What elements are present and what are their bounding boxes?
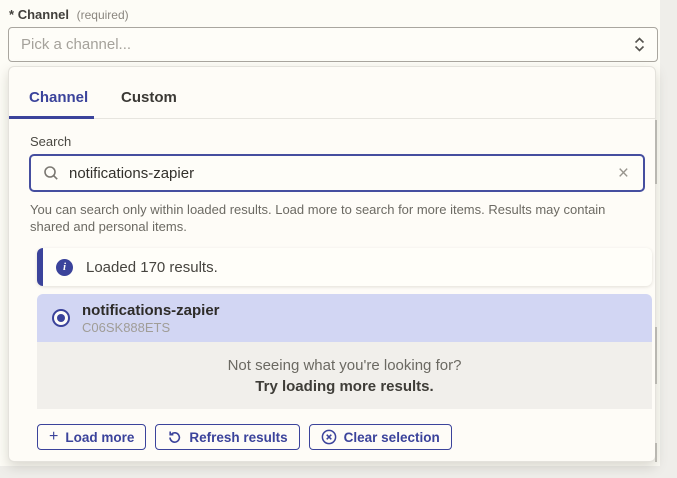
channel-dropdown-panel: Channel Custom Search notifications-zapi… — [8, 66, 656, 462]
chevron-up-down-icon — [634, 37, 645, 52]
active-tab-underline — [9, 116, 94, 119]
circled-x-icon — [321, 429, 337, 445]
clear-search-icon[interactable]: × — [616, 164, 631, 183]
channel-select[interactable]: Pick a channel... — [8, 27, 658, 62]
clear-selection-label: Clear selection — [344, 430, 440, 445]
background-field-edge — [655, 327, 657, 384]
loaded-results-alert: i Loaded 170 results. — [37, 248, 652, 286]
load-more-prompt-line1: Not seeing what you're looking for? — [228, 357, 462, 374]
required-star: * — [9, 7, 14, 22]
background-field-edge — [655, 443, 657, 462]
load-more-button[interactable]: + Load more — [37, 424, 146, 450]
search-input-value: notifications-zapier — [69, 165, 606, 182]
result-title: notifications-zapier — [82, 302, 220, 320]
field-label-text: Channel — [18, 7, 69, 22]
plus-icon: + — [49, 429, 58, 445]
refresh-icon — [167, 430, 182, 445]
search-label: Search — [30, 134, 71, 149]
result-subtitle: C06SK888ETS — [82, 320, 220, 335]
tab-custom[interactable]: Custom — [121, 89, 177, 106]
load-more-label: Load more — [65, 430, 134, 445]
refresh-results-button[interactable]: Refresh results — [155, 424, 299, 450]
result-row-notifications-zapier[interactable]: notifications-zapier C06SK888ETS — [37, 294, 652, 342]
loaded-results-text: Loaded 170 results. — [86, 259, 218, 276]
load-more-prompt: Not seeing what you're looking for? Try … — [37, 342, 652, 409]
search-icon — [43, 165, 59, 181]
search-help-text: You can search only within loaded result… — [30, 201, 642, 235]
channel-select-placeholder: Pick a channel... — [21, 36, 634, 53]
radio-selected-icon[interactable] — [52, 309, 70, 327]
load-more-prompt-line2: Try loading more results. — [255, 378, 433, 395]
dropdown-action-bar: + Load more Refresh results Clear select… — [37, 424, 452, 450]
required-tag: (required) — [77, 8, 129, 22]
field-label: * Channel (required) — [9, 7, 129, 22]
refresh-results-label: Refresh results — [189, 430, 287, 445]
tab-channel[interactable]: Channel — [29, 89, 88, 106]
search-input[interactable]: notifications-zapier × — [29, 154, 645, 192]
tab-bar: Channel Custom — [9, 67, 655, 119]
background-field-edge — [655, 120, 657, 184]
tab-divider — [9, 118, 655, 119]
info-icon: i — [56, 259, 73, 276]
clear-selection-button[interactable]: Clear selection — [309, 424, 452, 450]
